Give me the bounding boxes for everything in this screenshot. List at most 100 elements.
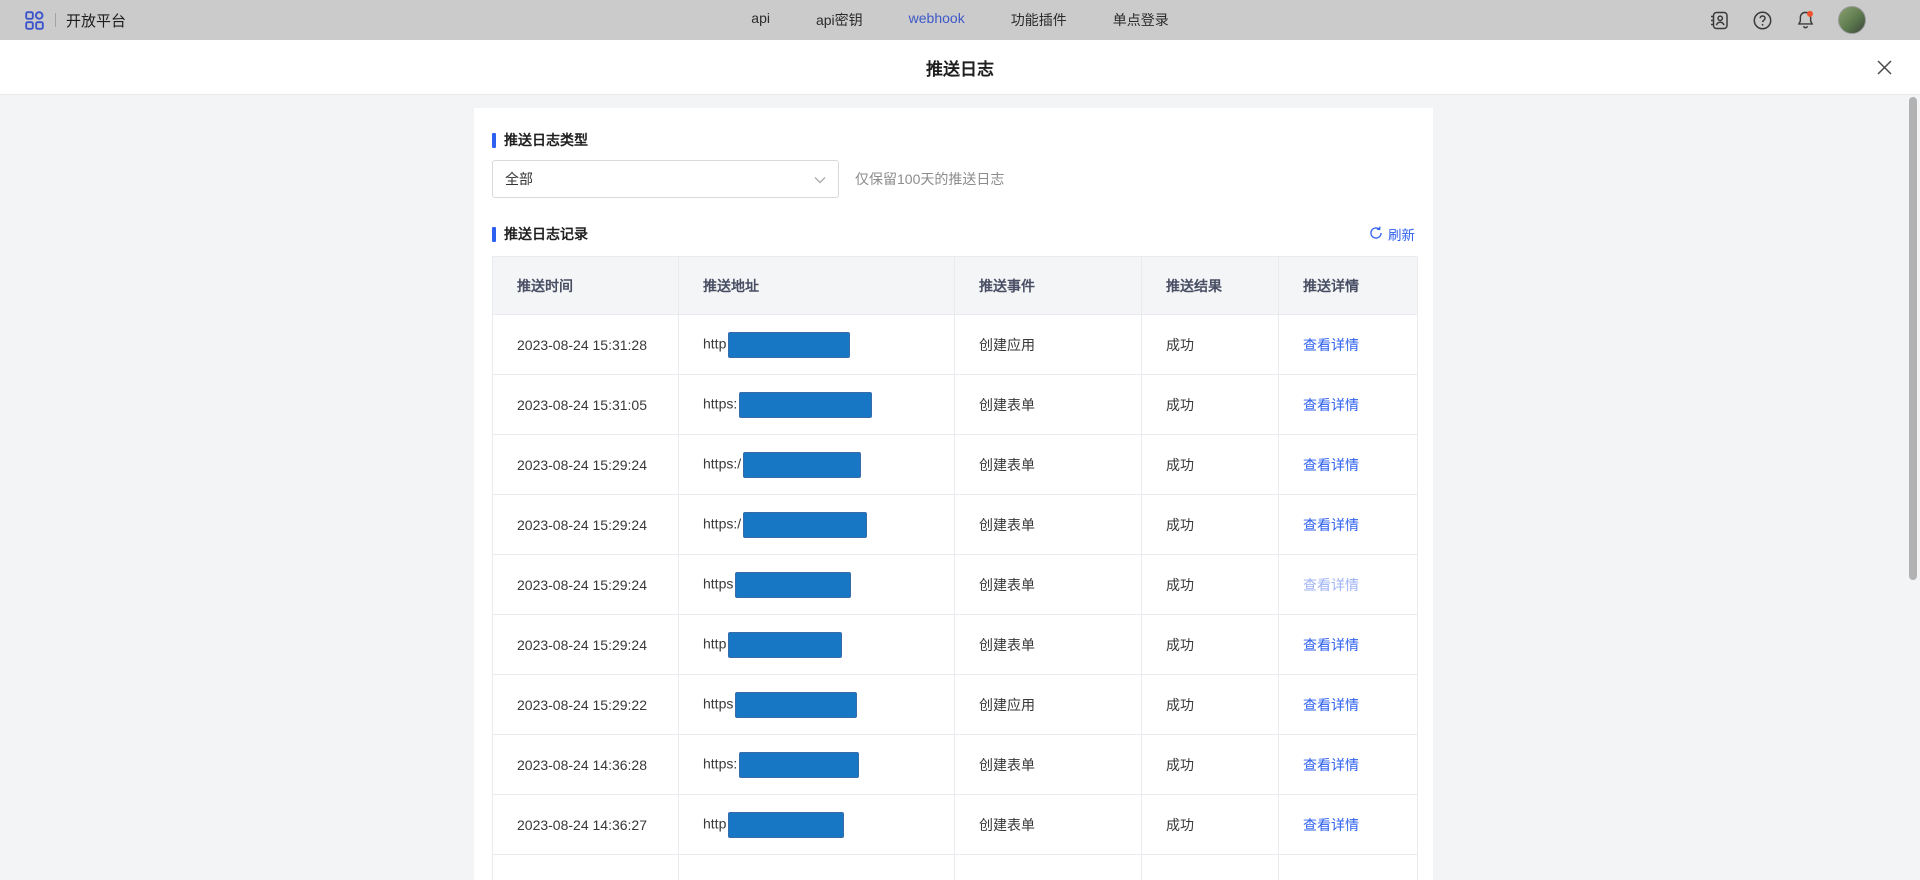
cell-url: https:/ [679,435,955,495]
cell-event: 创建表单 [955,555,1142,615]
tab-api-secret[interactable]: api密钥 [816,10,863,30]
col-push-detail: 推送详情 [1279,257,1418,315]
col-push-url: 推送地址 [679,257,955,315]
table-row-partial [493,855,1418,880]
redacted-url-block [739,752,859,778]
status-badge: 成功 [1142,315,1279,375]
view-detail-link[interactable]: 查看详情 [1303,697,1359,713]
refresh-button[interactable]: 刷新 [1369,224,1415,244]
cell-event: 创建表单 [955,435,1142,495]
view-detail-link[interactable]: 查看详情 [1303,397,1359,413]
redacted-url-block [735,572,851,598]
col-push-result: 推送结果 [1142,257,1279,315]
col-push-event: 推送事件 [955,257,1142,315]
cell-detail: 查看详情 [1279,375,1418,435]
cell-url: https [679,675,955,735]
app-grid-icon[interactable] [24,10,45,31]
cell-time: 2023-08-24 15:29:24 [493,435,679,495]
table-row: 2023-08-24 15:29:24 http 创建表单 成功 查看详情 [493,615,1418,675]
status-badge: 成功 [1142,555,1279,615]
table-row: 2023-08-24 15:29:24 https 创建表单 成功 查看详情 [493,555,1418,615]
redacted-url-block [728,632,842,658]
brand-group: 开放平台 [24,10,126,31]
log-type-select[interactable]: 全部 [492,160,839,198]
filter-row: 全部 仅保留100天的推送日志 [492,160,1415,198]
cell-time: 2023-08-24 15:31:05 [493,375,679,435]
cell-time: 2023-08-24 15:31:28 [493,315,679,375]
table-row: 2023-08-24 15:31:05 https: 创建表单 成功 查看详情 [493,375,1418,435]
cell-event: 创建应用 [955,675,1142,735]
redacted-url-block [743,512,867,538]
user-avatar[interactable] [1838,6,1866,34]
modal-header: 推送日志 [0,40,1920,95]
cell-event [955,855,1142,880]
cell-detail: 查看详情 [1279,495,1418,555]
cell-event: 创建表单 [955,375,1142,435]
accent-bar [492,133,496,148]
view-detail-link[interactable]: 查看详情 [1303,817,1359,833]
cell-url: http [679,315,955,375]
table-row: 2023-08-24 15:31:28 http 创建应用 成功 查看详情 [493,315,1418,375]
cell-url: https:/ [679,495,955,555]
help-icon[interactable] [1752,10,1773,31]
tab-webhook[interactable]: webhook [909,10,965,30]
cell-time [493,855,679,880]
view-detail-link[interactable]: 查看详情 [1303,637,1359,653]
refresh-icon [1369,226,1383,243]
records-header: 推送日志记录 刷新 [492,224,1415,244]
chevron-down-icon [814,171,826,187]
cell-time: 2023-08-24 15:29:24 [493,495,679,555]
tab-api[interactable]: api [751,10,770,30]
tab-plugins[interactable]: 功能插件 [1011,10,1067,30]
cell-url: http [679,795,955,855]
notification-bell-icon[interactable] [1795,10,1816,31]
cell-time: 2023-08-24 14:36:27 [493,795,679,855]
top-navbar: 开放平台 api api密钥 webhook 功能插件 单点登录 [0,0,1920,40]
table-row: 2023-08-24 15:29:24 https:/ 创建表单 成功 查看详情 [493,435,1418,495]
cell-time: 2023-08-24 15:29:24 [493,615,679,675]
notification-badge [1807,11,1813,17]
table-row: 2023-08-24 14:36:28 https: 创建表单 成功 查看详情 [493,735,1418,795]
tab-sso[interactable]: 单点登录 [1113,10,1169,30]
redacted-url-block [743,452,861,478]
cell-url: https [679,555,955,615]
cell-url: http [679,615,955,675]
view-detail-link[interactable]: 查看详情 [1303,457,1359,473]
filter-section-title: 推送日志类型 [492,130,1415,150]
status-badge: 成功 [1142,495,1279,555]
view-detail-link[interactable]: 查看详情 [1303,337,1359,353]
cell-time: 2023-08-24 14:36:28 [493,735,679,795]
cell-detail: 查看详情 [1279,735,1418,795]
redacted-url-block [739,392,872,418]
push-log-table: 推送时间 推送地址 推送事件 推送结果 推送详情 2023-08-24 15:3… [492,256,1418,880]
table-row: 2023-08-24 14:36:27 http 创建表单 成功 查看详情 [493,795,1418,855]
view-detail-link[interactable]: 查看详情 [1303,757,1359,773]
content-card: 推送日志类型 全部 仅保留100天的推送日志 推送日志记录 [474,108,1433,880]
modal-title: 推送日志 [926,55,994,80]
top-nav-tabs: api api密钥 webhook 功能插件 单点登录 [751,10,1168,30]
vertical-scrollbar-thumb[interactable] [1909,97,1917,580]
log-type-selected-value: 全部 [505,169,533,189]
status-badge: 成功 [1142,375,1279,435]
cell-time: 2023-08-24 15:29:24 [493,555,679,615]
cell-detail: 查看详情 [1279,555,1418,615]
filter-section-label: 推送日志类型 [504,130,588,150]
cell-detail: 查看详情 [1279,795,1418,855]
cell-event: 创建表单 [955,795,1142,855]
records-section-label: 推送日志记录 [504,224,588,244]
status-badge [1142,855,1279,880]
refresh-label: 刷新 [1388,224,1415,244]
view-detail-link[interactable]: 查看详情 [1303,577,1359,593]
cell-event: 创建表单 [955,615,1142,675]
redacted-url-block [735,692,857,718]
cell-url: https: [679,375,955,435]
status-badge: 成功 [1142,735,1279,795]
topbar-actions [1709,6,1896,34]
modal-body: 推送日志类型 全部 仅保留100天的推送日志 推送日志记录 [0,95,1920,880]
view-detail-link[interactable]: 查看详情 [1303,517,1359,533]
address-book-icon[interactable] [1709,10,1730,31]
cell-detail: 查看详情 [1279,675,1418,735]
close-icon[interactable] [1874,57,1894,77]
table-row: 2023-08-24 15:29:22 https 创建应用 成功 查看详情 [493,675,1418,735]
status-badge: 成功 [1142,795,1279,855]
